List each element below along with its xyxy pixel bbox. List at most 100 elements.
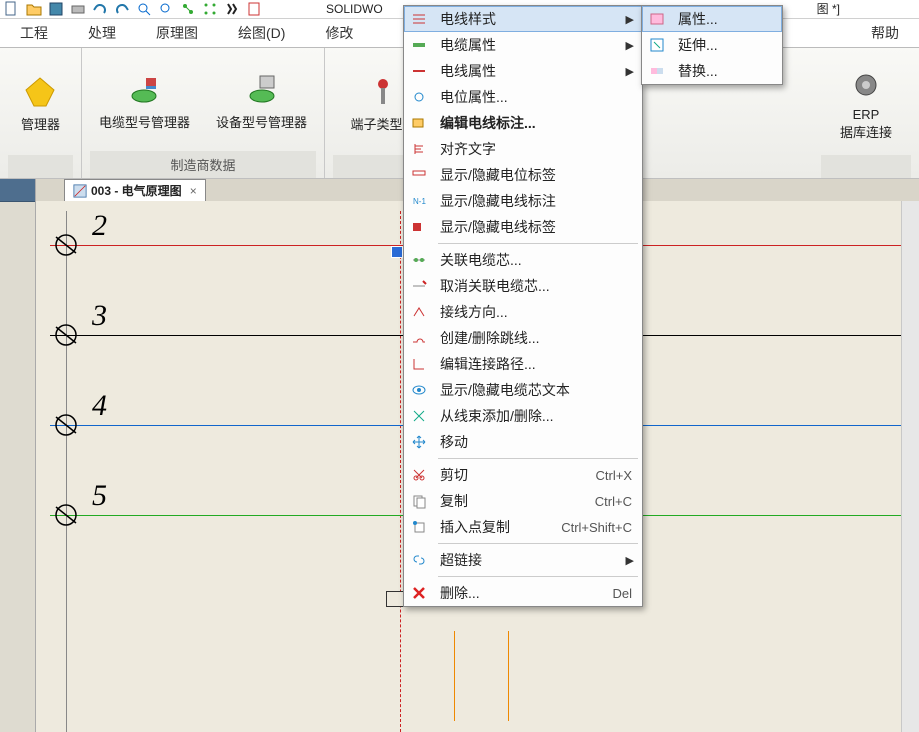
document-tab-text: 003 - 电气原理图: [91, 182, 182, 199]
docked-tab[interactable]: [0, 179, 35, 202]
menu-item-label: 剪切: [434, 465, 596, 485]
menu-item-label: 替换...: [672, 61, 782, 81]
menu-item-label: 接线方向...: [434, 302, 642, 322]
del-icon: [404, 585, 434, 601]
menu-item-wireprop[interactable]: 电线属性▶: [404, 58, 642, 84]
menu-item-label: 对齐文字: [434, 139, 642, 159]
quick-access-toolbar: [4, 1, 262, 17]
selection-handle[interactable]: [392, 247, 402, 257]
row-number: 2: [92, 209, 107, 243]
menu-item-path[interactable]: 编辑连接路径...: [404, 351, 642, 377]
menu-schematic[interactable]: 原理图: [136, 20, 218, 46]
menu-item-cut[interactable]: 剪切Ctrl+X: [404, 462, 642, 488]
wire-end-icon: [48, 503, 84, 527]
menu-item-h1[interactable]: 显示/隐藏电位标签: [404, 162, 642, 188]
menu-separator: [438, 576, 638, 577]
menu-item-replace[interactable]: 替换...: [642, 58, 782, 84]
wire-end-icon: [48, 323, 84, 347]
erp-button[interactable]: ERP 据库连接: [840, 69, 892, 141]
document-tab-active[interactable]: 003 - 电气原理图 ×: [64, 179, 206, 201]
qat-item-icon[interactable]: [246, 1, 262, 17]
menu-item-pot[interactable]: 电位属性...: [404, 84, 642, 110]
context-menu: 电线样式▶电缆属性▶电线属性▶电位属性...编辑电线标注...对齐文字显示/隐藏…: [403, 5, 643, 607]
tag-icon: [404, 115, 434, 131]
qat-zoomext-icon[interactable]: [136, 1, 152, 17]
menu-process[interactable]: 处理: [68, 20, 136, 46]
menu-item-tag[interactable]: 编辑电线标注...: [404, 110, 642, 136]
qat-save-icon[interactable]: [48, 1, 64, 17]
menu-item-link[interactable]: 超链接▶: [404, 547, 642, 573]
svg-text:N-1: N-1: [413, 197, 426, 206]
menu-item-wirestyle[interactable]: 电线样式▶: [404, 6, 642, 32]
menu-item-label: 电位属性...: [434, 87, 642, 107]
menu-item-copy[interactable]: 复制Ctrl+C: [404, 488, 642, 514]
menu-item-harness[interactable]: 从线束添加/删除...: [404, 403, 642, 429]
context-submenu: 属性... 延伸... 替换...: [641, 5, 783, 85]
menu-item-move[interactable]: 移动: [404, 429, 642, 455]
submenu-arrow-icon: ▶: [626, 554, 642, 567]
menu-item-label: 超链接: [434, 550, 626, 570]
menu-project[interactable]: 工程: [0, 20, 68, 46]
unassoc-icon: [404, 278, 434, 294]
menu-item-h2[interactable]: N-1显示/隐藏电线标注: [404, 188, 642, 214]
h1-icon: [404, 167, 434, 183]
menu-separator: [438, 243, 638, 244]
wire-stub: [454, 631, 455, 721]
menu-item-prop[interactable]: 属性...: [642, 6, 782, 32]
menu-item-label: 属性...: [672, 9, 782, 29]
qat-grid-icon[interactable]: [202, 1, 218, 17]
menu-shortcut: Del: [612, 586, 642, 601]
menu-item-cable[interactable]: 电缆属性▶: [404, 32, 642, 58]
ribbon-group-manager: 管理器: [0, 48, 82, 178]
device-type-mgr-label: 设备型号管理器: [216, 112, 307, 131]
qat-zoomwin-icon[interactable]: [158, 1, 174, 17]
menu-item-del[interactable]: 删除...Del: [404, 580, 642, 606]
submenu-arrow-icon: ▶: [626, 13, 642, 26]
device-type-mgr-button[interactable]: 设备型号管理器: [216, 74, 307, 131]
menu-shortcut: Ctrl+C: [595, 494, 642, 509]
app-title: SOLIDWO: [326, 0, 383, 18]
menu-item-label: 延伸...: [672, 35, 782, 55]
qat-print-icon[interactable]: [70, 1, 86, 17]
link-icon: [404, 552, 434, 568]
docked-panel: [0, 179, 36, 732]
qat-find-icon[interactable]: [224, 1, 240, 17]
menu-item-align[interactable]: 对齐文字: [404, 136, 642, 162]
menu-item-label: 从线束添加/删除...: [434, 406, 642, 426]
menu-help[interactable]: 帮助: [851, 20, 919, 46]
move-icon: [404, 434, 434, 450]
assoc-icon: [404, 252, 434, 268]
manager-button[interactable]: 管理器: [21, 76, 60, 133]
menu-item-label: 电线样式: [434, 9, 626, 29]
menu-draw[interactable]: 绘图(D): [218, 20, 305, 46]
qat-new-icon[interactable]: [4, 1, 20, 17]
ribbon-group-erp: ERP 据库连接: [813, 48, 919, 178]
h2-icon: N-1: [404, 193, 434, 209]
qat-related-icon[interactable]: [180, 1, 196, 17]
qat-redo-icon[interactable]: [114, 1, 130, 17]
erp-label1: ERP: [853, 107, 880, 122]
menu-item-assoc[interactable]: 关联电缆芯...: [404, 247, 642, 273]
menu-modify[interactable]: 修改: [305, 20, 373, 46]
path-icon: [404, 356, 434, 372]
menu-item-pcopy[interactable]: 插入点复制Ctrl+Shift+C: [404, 514, 642, 540]
menu-item-eye[interactable]: 显示/隐藏电缆芯文本: [404, 377, 642, 403]
qat-undo-icon[interactable]: [92, 1, 108, 17]
close-icon[interactable]: ×: [190, 184, 197, 198]
menu-item-extend[interactable]: 延伸...: [642, 32, 782, 58]
menu-item-h3[interactable]: 显示/隐藏电线标签: [404, 214, 642, 240]
menu-item-label: 删除...: [434, 583, 612, 603]
submenu-arrow-icon: ▶: [626, 65, 642, 78]
cable-type-mgr-button[interactable]: 电缆型号管理器: [99, 74, 190, 131]
vertical-scrollbar[interactable]: [901, 201, 919, 732]
wirestyle-icon: [404, 11, 434, 27]
menu-item-label: 电线属性: [434, 61, 626, 81]
menu-item-unassoc[interactable]: 取消关联电缆芯...: [404, 273, 642, 299]
menu-item-dir[interactable]: 接线方向...: [404, 299, 642, 325]
qat-open-icon[interactable]: [26, 1, 42, 17]
menu-separator: [438, 543, 638, 544]
align-icon: [404, 141, 434, 157]
menu-item-label: 创建/删除跳线...: [434, 328, 642, 348]
menu-item-jumper[interactable]: 创建/删除跳线...: [404, 325, 642, 351]
ribbon-group-mfr: 电缆型号管理器 设备型号管理器 制造商数据: [82, 48, 325, 178]
